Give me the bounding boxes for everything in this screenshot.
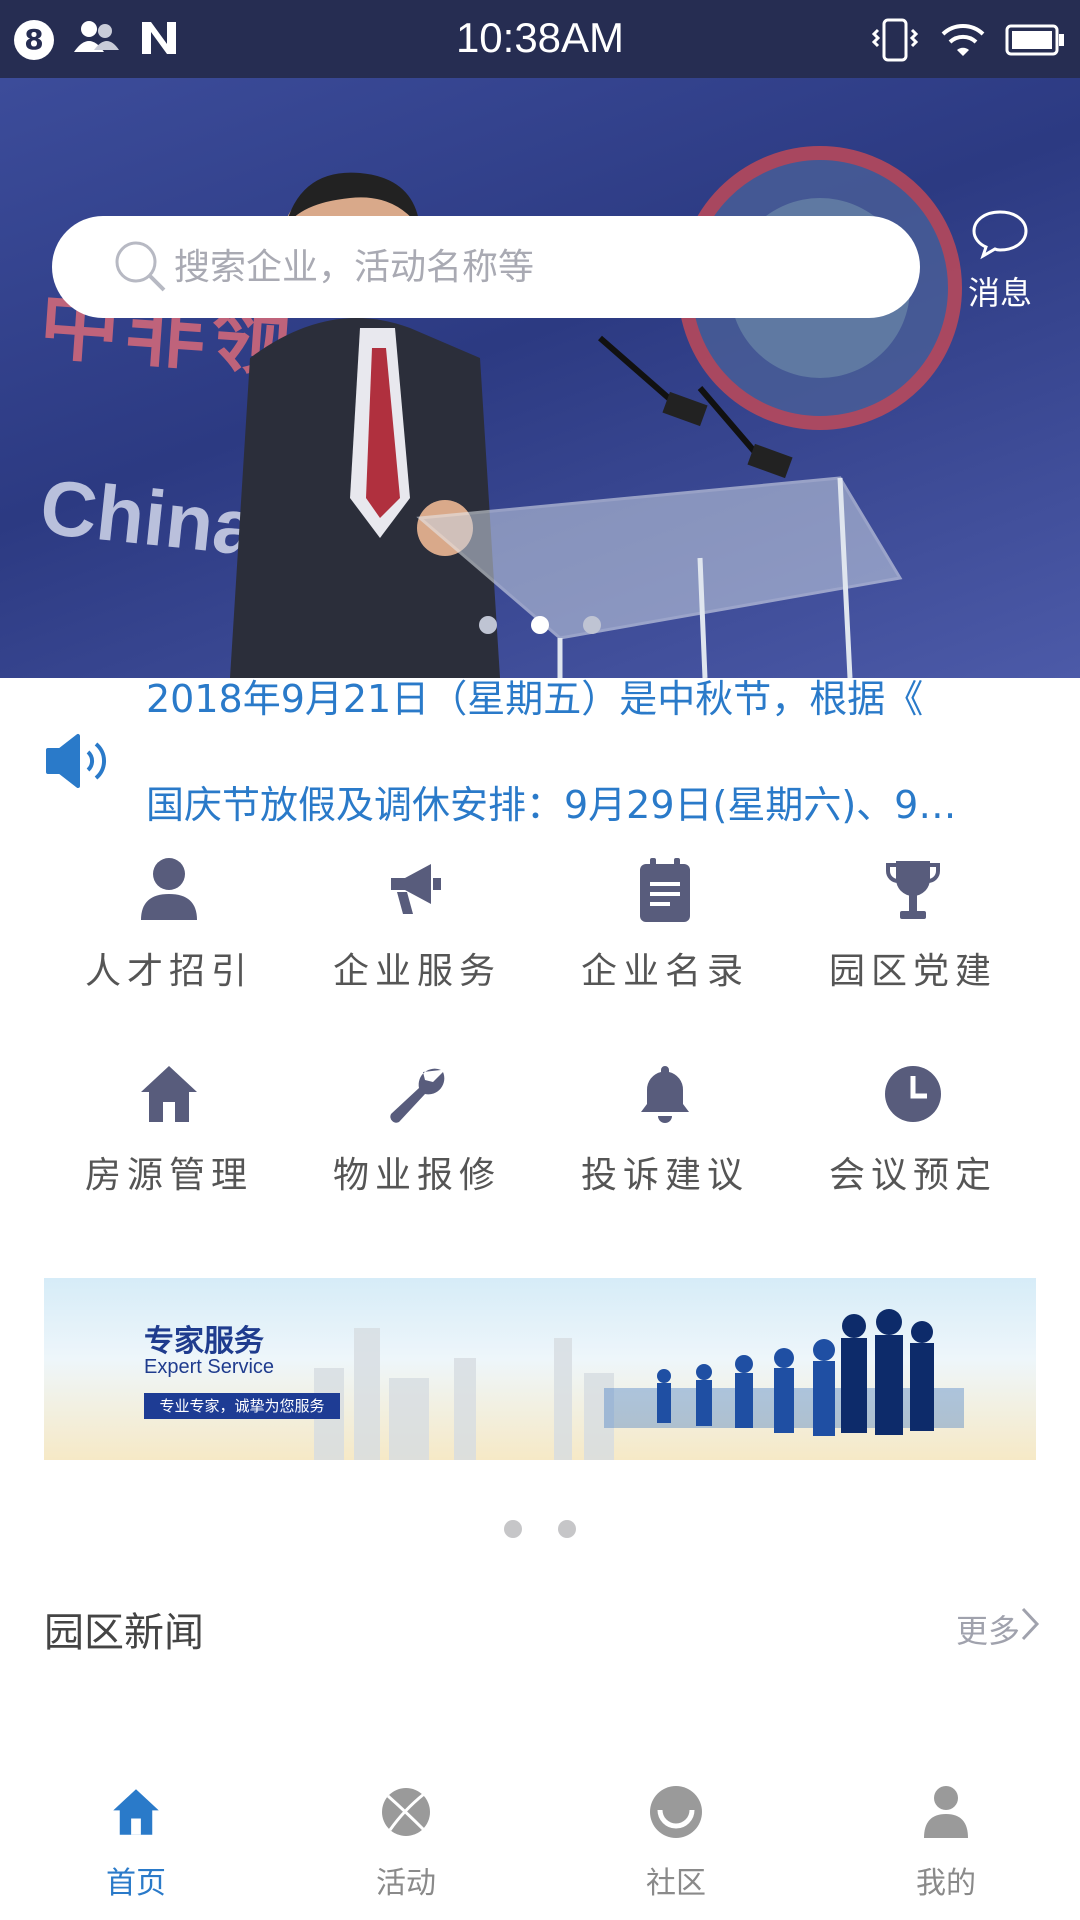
banner-pagination [0, 1520, 1080, 1542]
trophy-icon [886, 861, 940, 919]
wrench-icon [390, 1068, 445, 1123]
tab-label: 社区 [646, 1866, 706, 1901]
smile-icon [650, 1786, 702, 1838]
person-icon [141, 858, 197, 920]
tab-profile[interactable]: 我的 [846, 1780, 1046, 1902]
user-icon [924, 1786, 968, 1838]
status-bar: 8 10:38AM [0, 0, 1080, 78]
clock-icon [885, 1066, 941, 1122]
wifi-icon [941, 24, 985, 56]
service-housing-management[interactable]: 房源管理 [44, 1054, 294, 1214]
message-button[interactable]: 消息 [950, 208, 1050, 328]
tab-community[interactable]: 社区 [576, 1780, 776, 1902]
bottom-tab-bar: 首页 活动 社区 我的 [0, 1752, 1080, 1920]
hero-photo [230, 146, 962, 678]
notice-ticker[interactable]: 2018年9月21日（星期五）是中秋节，根据《 国庆节放假及调休安排：9月29日… [0, 678, 1080, 828]
service-label: 会议预定 [828, 1155, 997, 1196]
notice-line-1: 2018年9月21日（星期五）是中秋节，根据《 [146, 678, 924, 721]
home-icon [141, 1066, 197, 1122]
service-enterprise-service[interactable]: 企业服务 [292, 850, 542, 1010]
tab-activity[interactable]: 活动 [306, 1780, 506, 1902]
tab-label: 首页 [106, 1866, 166, 1901]
megaphone-icon [391, 864, 441, 914]
banner-dot[interactable] [504, 1520, 522, 1538]
message-label: 消息 [967, 274, 1032, 312]
news-section-header: 园区新闻 更多 [0, 1580, 1080, 1660]
chat-bubble-icon [972, 210, 1028, 260]
service-label: 投诉建议 [580, 1155, 749, 1196]
vibrate-icon [871, 18, 919, 62]
service-enterprise-directory[interactable]: 企业名录 [540, 850, 790, 1010]
home-icon [113, 1789, 159, 1835]
service-complaint-suggestion[interactable]: 投诉建议 [540, 1054, 790, 1214]
service-talent-recruitment[interactable]: 人才招引 [44, 850, 294, 1010]
tab-label: 我的 [916, 1866, 976, 1901]
banner-tagline: 专业专家，诚挚为您服务 [144, 1393, 340, 1419]
speaker-icon [46, 734, 107, 788]
tab-home[interactable]: 首页 [36, 1780, 236, 1902]
chevron-right-icon[interactable] [1020, 1606, 1040, 1642]
clipboard-icon [640, 858, 690, 922]
banner-subtitle: Expert Service [144, 1356, 275, 1378]
search-icon [115, 241, 166, 292]
battery-icon [1005, 24, 1064, 56]
service-property-repair[interactable]: 物业报修 [292, 1054, 542, 1214]
service-party-building[interactable]: 园区党建 [788, 850, 1038, 1010]
service-label: 企业服务 [332, 951, 501, 992]
ball-icon [382, 1788, 430, 1836]
hero-dot-active[interactable] [531, 616, 549, 634]
search-input[interactable] [172, 236, 876, 298]
news-more-link[interactable]: 更多 [956, 1606, 1020, 1652]
tab-label: 活动 [376, 1866, 436, 1901]
banner-title: 专家服务 [144, 1324, 264, 1359]
news-section-title: 园区新闻 [44, 1610, 204, 1656]
service-label: 企业名录 [580, 951, 749, 992]
banner-dot[interactable] [558, 1520, 576, 1538]
service-label: 物业报修 [332, 1155, 501, 1196]
search-bar[interactable] [52, 216, 920, 318]
service-label: 房源管理 [84, 1155, 253, 1196]
expert-service-banner[interactable]: 专家服务 Expert Service 专业专家，诚挚为您服务 [44, 1278, 1036, 1460]
hero-dot[interactable] [583, 616, 601, 634]
hero-carousel[interactable]: 中非领 China-Af 消息 [0, 78, 1080, 678]
service-label: 人才招引 [84, 951, 253, 992]
service-meeting-booking[interactable]: 会议预定 [788, 1054, 1038, 1214]
hero-pagination [0, 616, 1080, 638]
hero-dot[interactable] [479, 616, 497, 634]
notice-line-2: 国庆节放假及调休安排：9月29日(星期六)、9… [146, 783, 957, 827]
bell-icon [641, 1066, 689, 1123]
service-label: 园区党建 [828, 951, 997, 992]
